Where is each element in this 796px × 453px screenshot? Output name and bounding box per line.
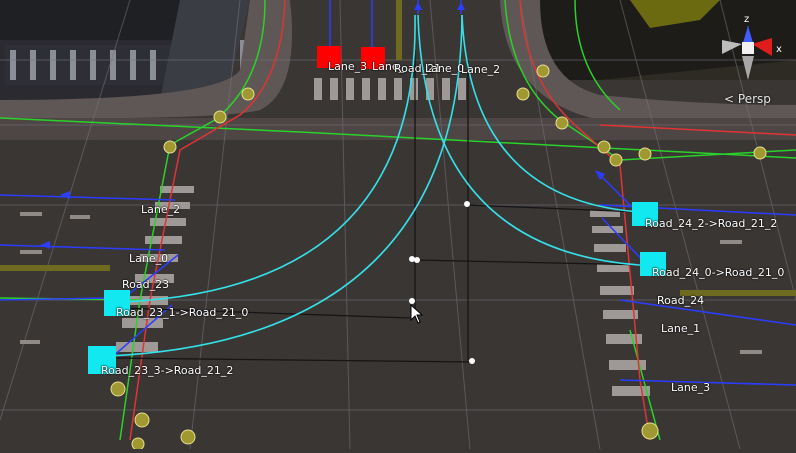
label-road24-2: Road_24_2->Road_21_2: [645, 217, 778, 230]
label-road24: Road_24: [657, 294, 705, 307]
yellow-line-top: [396, 0, 402, 60]
label-lane3-right: Lane_3: [671, 381, 711, 394]
projection-toggle[interactable]: < Persp: [724, 92, 771, 106]
label-road23-1: Road_23_1->Road_21_0: [116, 306, 249, 319]
neg-z-axis-cone-icon[interactable]: [742, 56, 754, 80]
projection-label: Persp: [737, 92, 771, 106]
mouse-cursor-icon: [410, 303, 424, 328]
label-lane3-top: Lane_3: [328, 60, 368, 73]
label-lane0-left: Lane_0: [129, 252, 169, 265]
neg-x-axis-cone-icon[interactable]: [722, 40, 742, 54]
label-road23: Road_23: [122, 278, 170, 291]
label-lane2-left: Lane_2: [141, 203, 181, 216]
label-road23-3: Road_23_3->Road_21_2: [101, 364, 234, 377]
label-road24-0: Road_24_0->Road_21_0: [652, 266, 785, 279]
x-axis-cone-icon[interactable]: [752, 38, 772, 56]
yellow-line-left: [0, 265, 110, 271]
gizmo-center-cube-icon[interactable]: [742, 42, 754, 54]
label-lane1-right: Lane_1: [661, 322, 701, 335]
gizmo-x-label: x: [776, 44, 782, 55]
gizmo-z-label: z: [744, 14, 749, 25]
persp-chevron-icon: <: [724, 92, 735, 106]
label-lane2-top: Lane_2: [461, 63, 501, 76]
label-lane0-top: Lane_0: [425, 62, 465, 75]
